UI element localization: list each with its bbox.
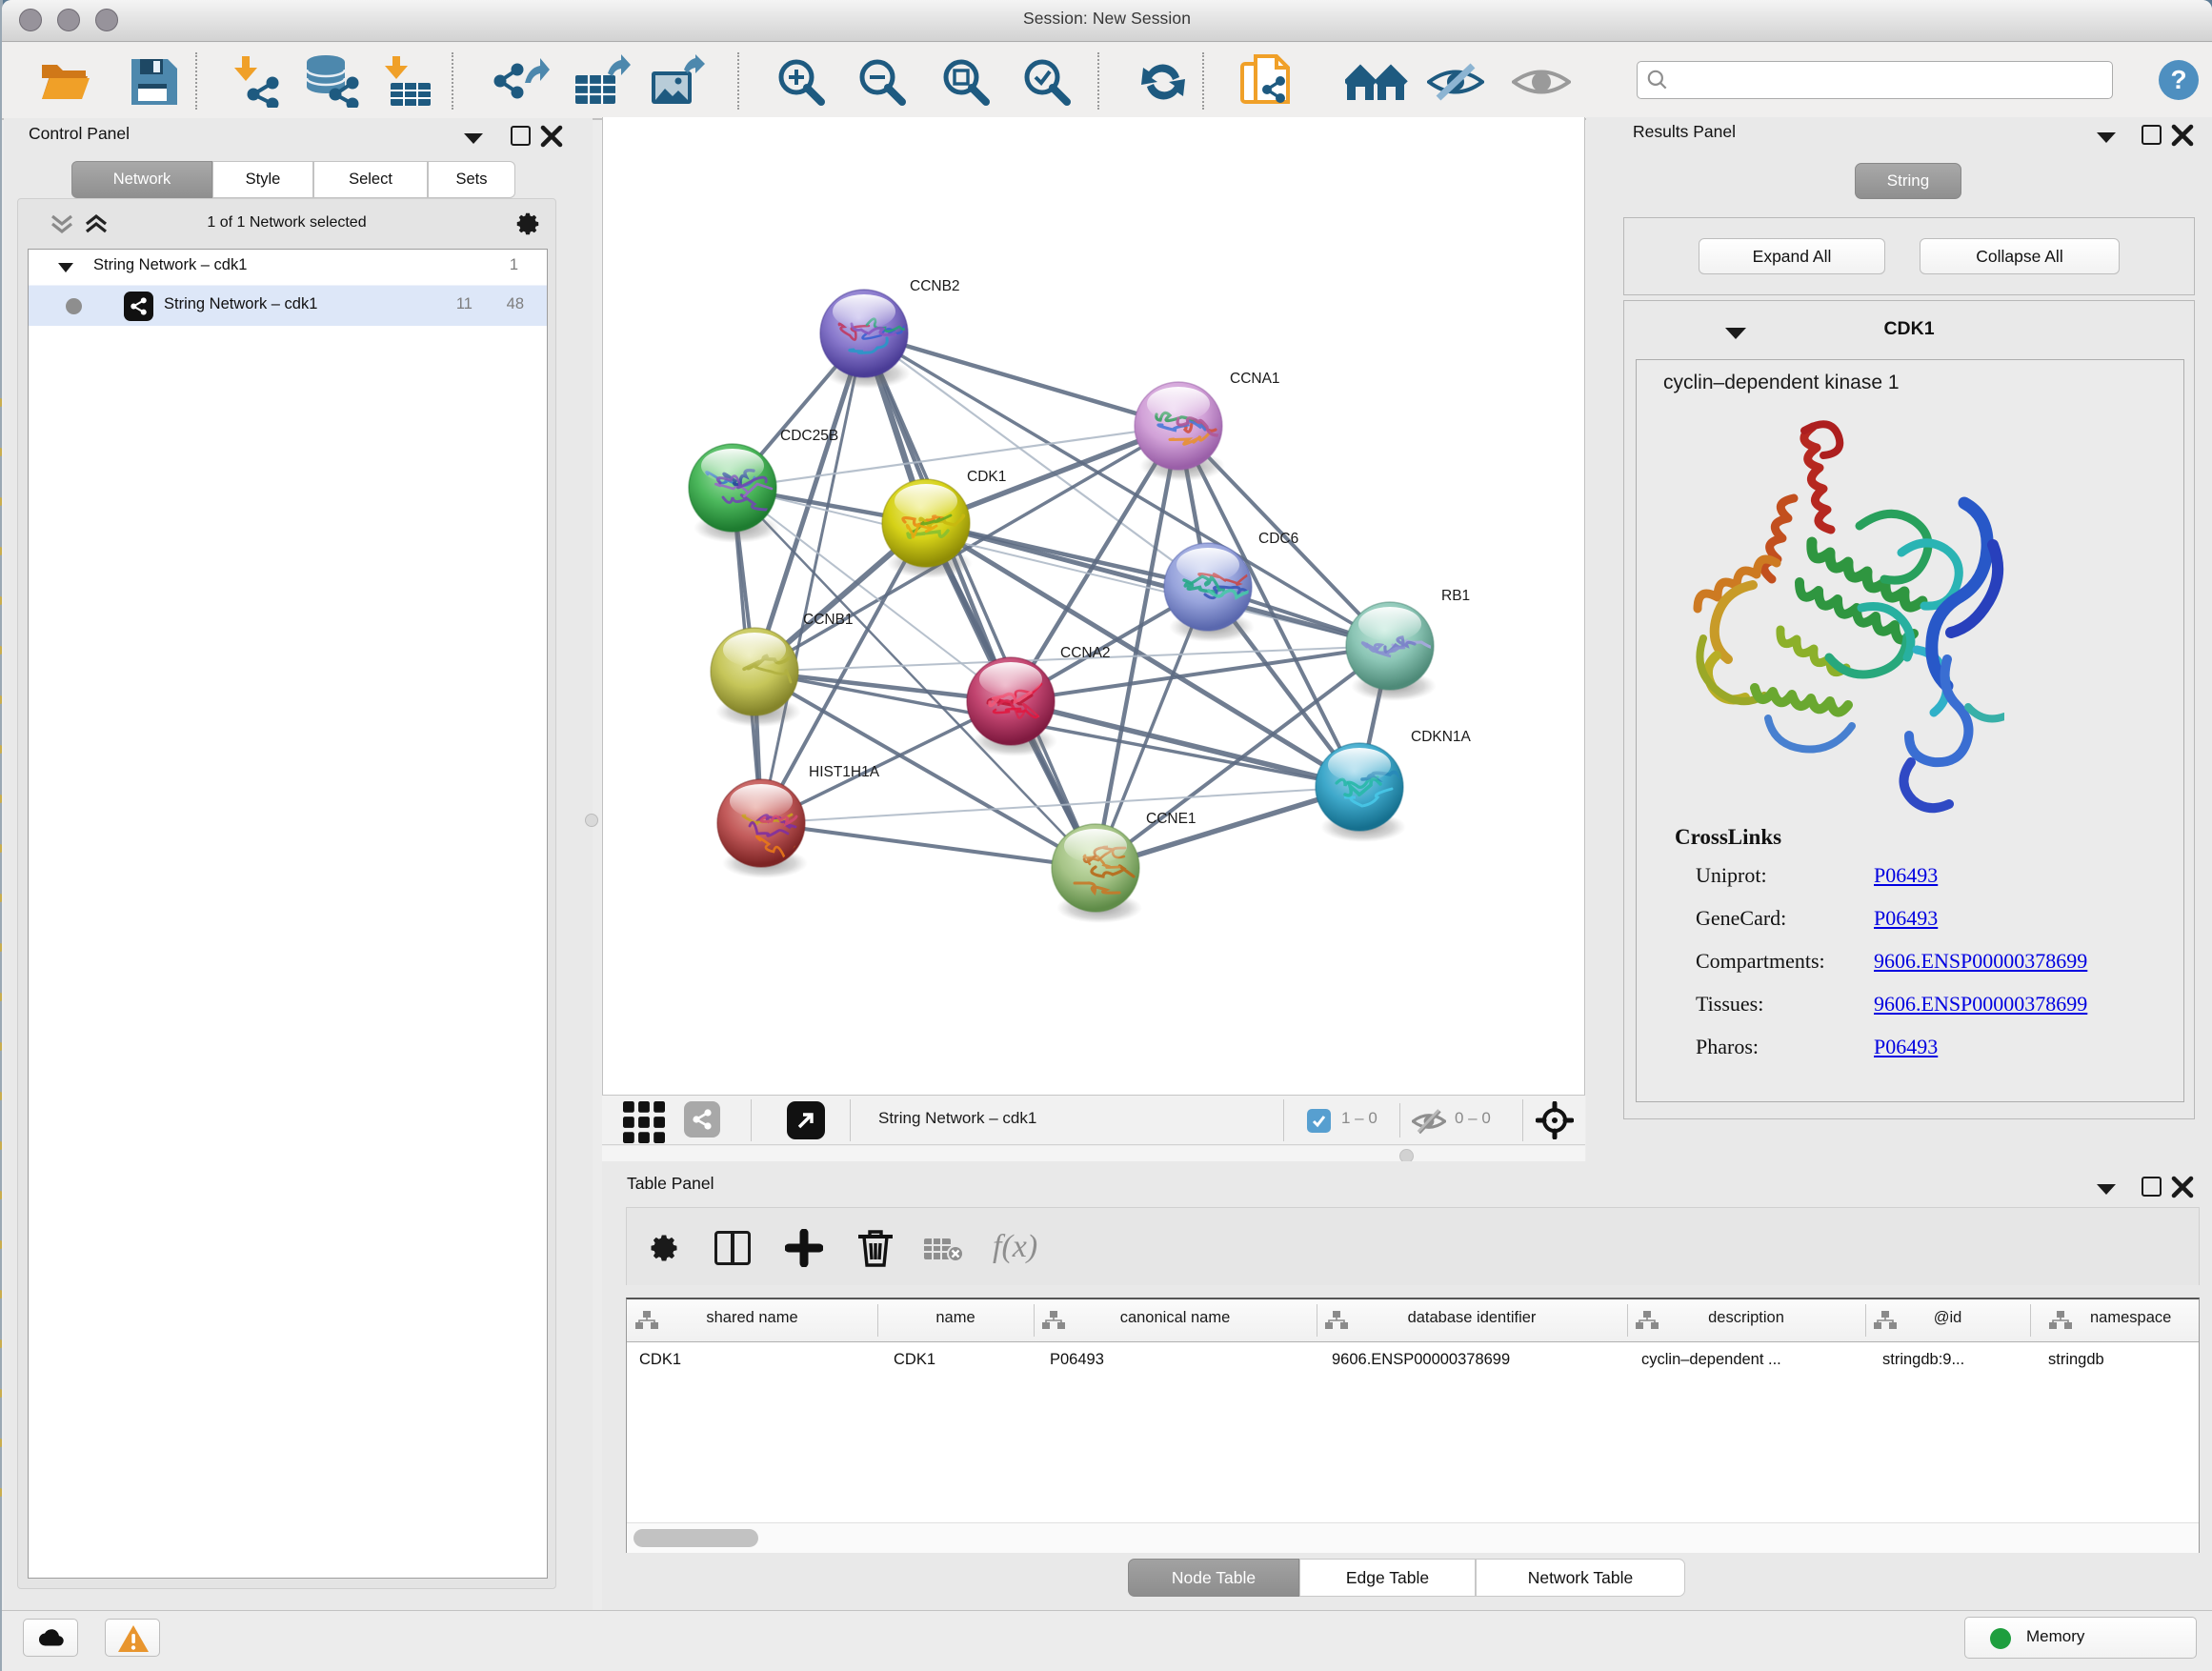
svg-text:CDC25B: CDC25B [780,428,838,444]
svg-text:?: ? [2170,65,2186,94]
svg-text:CCNB1: CCNB1 [803,612,854,628]
svg-text:CCNA2: CCNA2 [1060,645,1111,661]
svg-text:CCNA1: CCNA1 [1230,371,1280,387]
svg-text:CCNE1: CCNE1 [1146,811,1196,827]
svg-text:HIST1H1A: HIST1H1A [809,764,880,780]
svg-text:CDK1: CDK1 [967,469,1006,485]
svg-text:CCNB2: CCNB2 [910,278,960,294]
svg-text:RB1: RB1 [1441,588,1470,604]
svg-text:CDKN1A: CDKN1A [1411,729,1472,745]
svg-text:CDC6: CDC6 [1258,531,1298,547]
